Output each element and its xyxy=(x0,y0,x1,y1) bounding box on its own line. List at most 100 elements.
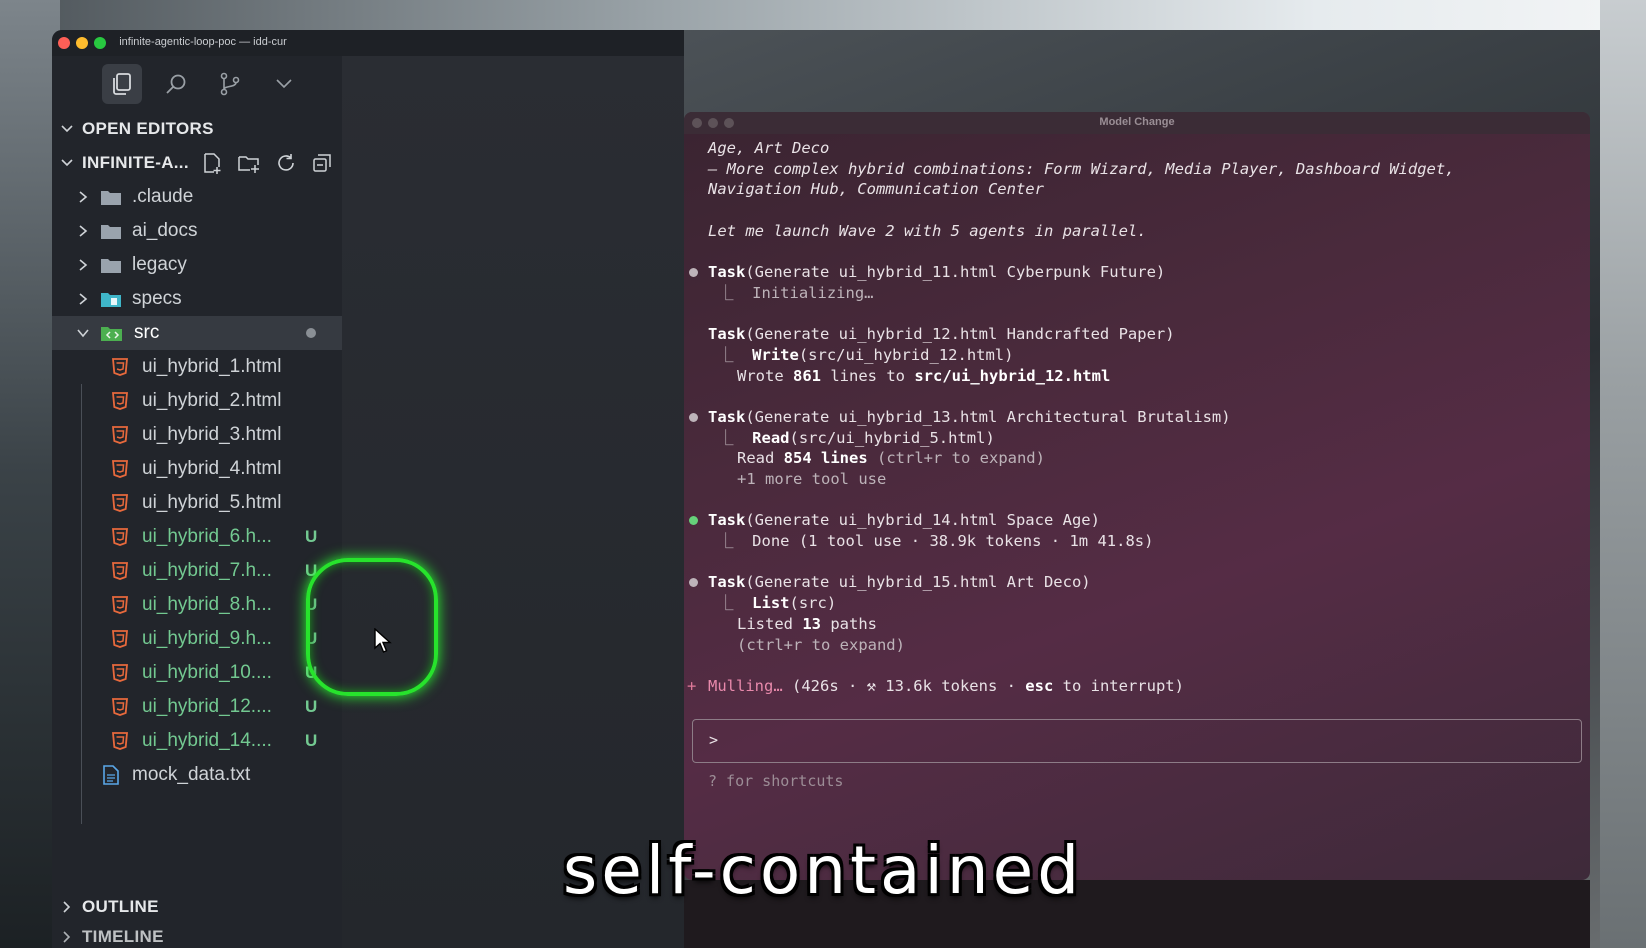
tree-file-mock-data[interactable]: mock_data.txt xyxy=(52,758,342,792)
titlebar: infinite-agentic-loop-poc — idd-cur xyxy=(52,30,684,56)
chevron-right-icon xyxy=(79,225,88,237)
search-button[interactable] xyxy=(156,64,196,104)
tree-file-ui-hybrid-4[interactable]: ui_hybrid_4.html xyxy=(52,452,342,486)
tree-file-label: ui_hybrid_10.... xyxy=(142,662,272,683)
tree-file-ui-hybrid-8[interactable]: ui_hybrid_8.h... U xyxy=(52,588,342,622)
explorer-sidebar: OPEN EDITORS INFINITE-A... .claude ai_do… xyxy=(52,112,342,948)
tree-file-label: ui_hybrid_14.... xyxy=(142,730,272,751)
workspace-header[interactable]: INFINITE-A... xyxy=(52,146,342,180)
tree-file-ui-hybrid-3[interactable]: ui_hybrid_3.html xyxy=(52,418,342,452)
timeline-header[interactable]: TIMELINE xyxy=(52,920,342,948)
src-folder-icon xyxy=(101,327,122,341)
tree-folder-src[interactable]: src xyxy=(52,316,342,350)
open-editors-label: OPEN EDITORS xyxy=(82,119,214,138)
result-part: paths xyxy=(821,614,877,633)
tree-file-ui-hybrid-14[interactable]: ui_hybrid_14.... U xyxy=(52,724,342,758)
tree-file-ui-hybrid-7[interactable]: ui_hybrid_7.h... U xyxy=(52,554,342,588)
background-top xyxy=(0,0,1646,30)
output-line: Navigation Hub, Communication Center xyxy=(708,180,1044,199)
text-file-icon xyxy=(103,765,119,785)
tree-file-ui-hybrid-6[interactable]: ui_hybrid_6.h... U xyxy=(52,520,342,554)
terminal-output: Age, Art Deco – More complex hybrid comb… xyxy=(684,134,1590,790)
tree-folder-claude[interactable]: .claude xyxy=(52,180,342,214)
result-part: lines xyxy=(811,449,868,468)
video-caption: self-contained xyxy=(562,832,1084,909)
task-status-dot-icon xyxy=(689,578,698,588)
task-done-summary: Done (1 tool use · 38.9k tokens · 1m 41.… xyxy=(752,532,1154,551)
tool-args: (src) xyxy=(789,594,837,613)
tree-folder-legacy[interactable]: legacy xyxy=(52,248,342,282)
task-sub-line: ⎿ Done (1 tool use · 38.9k tokens · 1m 4… xyxy=(684,531,1590,552)
tree-file-ui-hybrid-2[interactable]: ui_hybrid_2.html xyxy=(52,384,342,418)
chevron-right-icon xyxy=(79,259,88,271)
task-keyword: Task xyxy=(708,325,746,344)
tree-folder-label: legacy xyxy=(132,254,187,275)
html-file-icon xyxy=(112,528,128,546)
source-control-button[interactable] xyxy=(210,64,250,104)
specs-folder-icon xyxy=(101,293,121,307)
status-detail: (426s · ⚒ 13.6k tokens · xyxy=(782,676,1026,695)
terminal-title: Model Change xyxy=(1099,116,1175,128)
editor-area xyxy=(342,56,684,948)
task-args: (Generate ui_hybrid_11.html Cyberpunk Fu… xyxy=(745,263,1166,282)
tool-args: (src/ui_hybrid_5.html) xyxy=(789,428,995,447)
more-views-button[interactable] xyxy=(264,64,304,104)
task-sub: ⎿ Initializing… xyxy=(718,283,874,302)
status-word: Mulling… xyxy=(708,676,783,695)
task-line: Task(Generate ui_hybrid_14.html Space Ag… xyxy=(684,510,1590,531)
source-control-icon xyxy=(220,72,240,96)
new-file-icon[interactable] xyxy=(201,152,223,174)
task-line: Task(Generate ui_hybrid_12.html Handcraf… xyxy=(684,324,1590,345)
vscode-window: infinite-agentic-loop-poc — idd-cur OPEN… xyxy=(52,30,684,948)
tree-file-ui-hybrid-5[interactable]: ui_hybrid_5.html xyxy=(52,486,342,520)
search-icon xyxy=(166,74,186,94)
task-sub-line: ⎿ Initializing… xyxy=(684,283,1590,304)
task-done-dot-icon xyxy=(689,516,698,526)
tree-corner-glyph: ⎿ xyxy=(718,532,753,551)
more-tools: +1 more tool use xyxy=(737,470,887,488)
status-line: + Mulling… (426s · ⚒ 13.6k tokens · esc t… xyxy=(684,676,1590,697)
tree-folder-specs[interactable]: specs xyxy=(52,282,342,316)
task-status-dot-icon xyxy=(689,268,698,278)
folder-icon xyxy=(101,259,121,273)
explorer-button[interactable] xyxy=(102,64,142,104)
result-number: 13 xyxy=(802,614,821,633)
tree-file-label: ui_hybrid_4.html xyxy=(142,458,282,479)
task-result-line: Read 854 lines (ctrl+r to expand) xyxy=(684,448,1590,469)
tree-file-ui-hybrid-12[interactable]: ui_hybrid_12.... U xyxy=(52,690,342,724)
tree-file-ui-hybrid-9[interactable]: ui_hybrid_9.h... U xyxy=(52,622,342,656)
task-sub-line: ⎿ List(src) xyxy=(684,593,1590,614)
task-args: (Generate ui_hybrid_12.html Handcrafted … xyxy=(745,325,1175,344)
task-args: (Generate ui_hybrid_15.html Art Deco) xyxy=(745,573,1091,592)
spinner-glyph: + xyxy=(687,676,697,695)
result-path: src/ui_hybrid_12.html xyxy=(914,366,1111,385)
modified-dot-icon xyxy=(306,328,316,338)
task-sub-line: ⎿ Write(src/ui_hybrid_12.html) xyxy=(684,345,1590,366)
open-editors-header[interactable]: OPEN EDITORS xyxy=(52,112,342,146)
chevron-down-icon xyxy=(77,329,89,338)
status-detail: to interrupt) xyxy=(1053,676,1184,695)
tool-args: (src/ui_hybrid_12.html) xyxy=(798,345,1014,364)
tree-folder-ai-docs[interactable]: ai_docs xyxy=(52,214,342,248)
prompt-input[interactable]: > xyxy=(692,718,1582,763)
esc-key: esc xyxy=(1025,676,1054,695)
refresh-icon[interactable] xyxy=(275,152,297,174)
window-title: infinite-agentic-loop-poc — idd-cur xyxy=(119,36,287,48)
tree-file-ui-hybrid-10[interactable]: ui_hybrid_10.... U xyxy=(52,656,342,690)
tree-corner-glyph: ⎿ xyxy=(718,345,753,364)
tree-file-label: ui_hybrid_8.h... xyxy=(142,594,272,615)
tree-folder-label: specs xyxy=(132,288,182,309)
tool-name: List xyxy=(752,594,790,613)
collapse-all-icon[interactable] xyxy=(311,152,333,174)
new-folder-icon[interactable] xyxy=(237,152,261,174)
task-line: Task(Generate ui_hybrid_13.html Architec… xyxy=(684,407,1590,428)
output-line: Age, Art Deco xyxy=(708,139,830,157)
chevron-down-icon xyxy=(276,79,292,89)
tree-file-ui-hybrid-1[interactable]: ui_hybrid_1.html xyxy=(52,350,342,384)
tree-folder-label: src xyxy=(134,322,160,343)
task-keyword: Task xyxy=(708,573,746,592)
expand-hint: (ctrl+r to expand) xyxy=(867,449,1045,468)
